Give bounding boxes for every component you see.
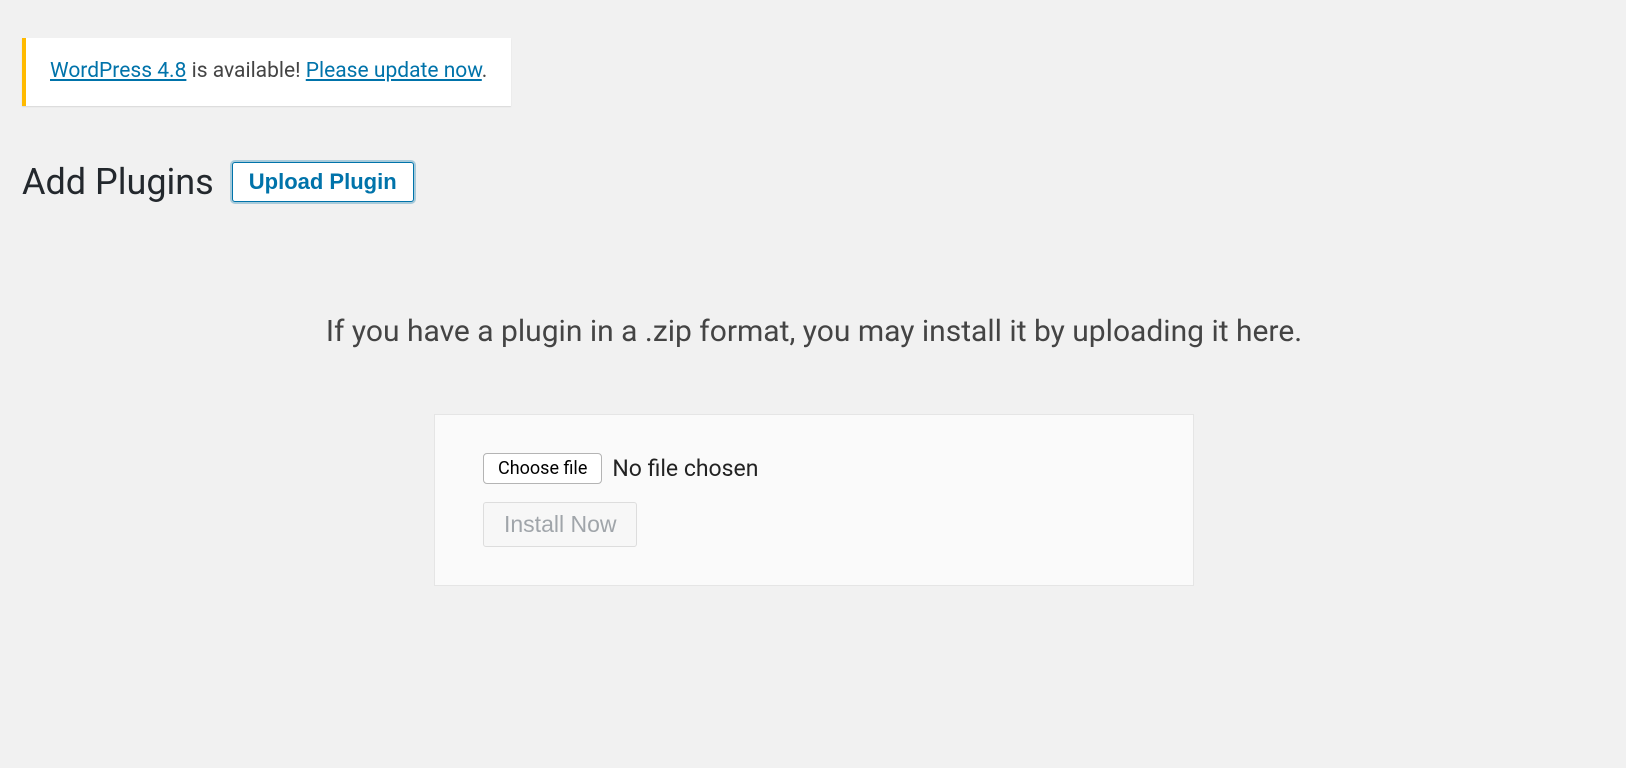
please-update-now-link[interactable]: Please update now	[306, 59, 482, 83]
update-notice-middle-text: is available!	[186, 59, 305, 83]
upload-form-box: Choose file No file chosen Install Now	[434, 414, 1194, 586]
install-now-button[interactable]: Install Now	[483, 502, 637, 547]
upload-section: If you have a plugin in a .zip format, y…	[22, 314, 1606, 586]
choose-file-button[interactable]: Choose file	[483, 453, 602, 484]
page-title: Add Plugins	[22, 161, 214, 204]
file-input-row: Choose file No file chosen	[483, 453, 1145, 484]
upload-description: If you have a plugin in a .zip format, y…	[22, 314, 1606, 349]
upload-plugin-button[interactable]: Upload Plugin	[232, 162, 414, 202]
heading-row: Add Plugins Upload Plugin	[22, 161, 1606, 204]
file-status-text: No file chosen	[612, 455, 758, 482]
update-notice-end-text: .	[482, 59, 488, 83]
update-notice: WordPress 4.8 is available! Please updat…	[22, 38, 511, 106]
wordpress-version-link[interactable]: WordPress 4.8	[50, 59, 186, 83]
